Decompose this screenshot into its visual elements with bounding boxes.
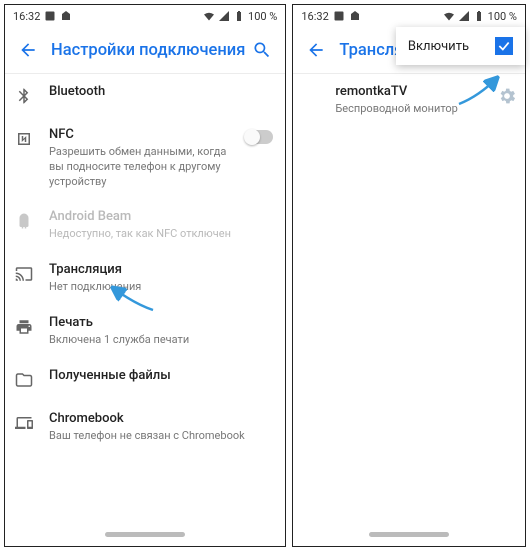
arrow-left-icon — [306, 40, 326, 60]
row-title: Печать — [49, 315, 273, 332]
nfc-icon — [15, 130, 33, 148]
row-title: Полученные файлы — [49, 368, 273, 385]
battery-icon — [233, 10, 245, 22]
folder-icon — [15, 371, 33, 389]
row-title: Android Beam — [49, 209, 273, 226]
device-row[interactable]: remontkaTV Беспроводной монитор — [293, 74, 525, 127]
row-title: Bluetooth — [49, 84, 273, 101]
battery-text: 100 % — [488, 10, 517, 23]
row-title: Трансляция — [49, 262, 273, 279]
row-nfc[interactable]: NFC Разрешить обмен данными, когда вы по… — [5, 117, 285, 199]
nav-bar[interactable] — [5, 522, 285, 546]
row-sub: Включена 1 служба печати — [49, 333, 273, 348]
back-button[interactable] — [299, 33, 333, 67]
notif-icon-2 — [349, 10, 361, 22]
search-icon — [252, 40, 272, 60]
device-settings-button[interactable] — [497, 86, 517, 106]
nav-bar[interactable] — [293, 522, 525, 546]
popup-label: Включить — [408, 39, 469, 54]
enable-checkbox[interactable] — [495, 37, 513, 55]
notif-icon-2 — [60, 10, 72, 22]
row-sub: Ваш телефон не связан с Chromebook — [49, 429, 273, 444]
status-time: 16:32 — [13, 10, 40, 23]
nav-pill — [369, 532, 449, 537]
row-sub: Нет подключения — [49, 280, 273, 295]
android-icon — [15, 212, 33, 230]
wifi-icon — [203, 10, 215, 22]
devices-icon — [15, 414, 33, 432]
check-icon — [497, 39, 511, 53]
row-title: NFC — [49, 127, 231, 144]
device-list: remontkaTV Беспроводной монитор — [293, 74, 525, 522]
enable-popup: Включить — [396, 27, 525, 65]
status-time: 16:32 — [301, 10, 328, 23]
status-bar: 16:32 100 % — [5, 5, 285, 27]
gear-icon — [497, 86, 517, 106]
app-bar: Трансляция Включить — [293, 27, 525, 73]
row-received-files[interactable]: Полученные файлы — [5, 358, 285, 401]
notif-icon-1 — [44, 10, 56, 22]
status-bar: 16:32 100 % — [293, 5, 525, 27]
battery-icon — [473, 10, 485, 22]
settings-list: Bluetooth NFC Разрешить обмен данными, к… — [5, 74, 285, 522]
row-print[interactable]: Печать Включена 1 служба печати — [5, 305, 285, 358]
app-bar: Настройки подключения — [5, 27, 285, 73]
row-cast[interactable]: Трансляция Нет подключения — [5, 252, 285, 305]
nfc-toggle[interactable] — [245, 130, 273, 144]
row-chromebook[interactable]: Chromebook Ваш телефон не связан с Chrom… — [5, 401, 285, 454]
print-icon — [15, 318, 33, 336]
row-bluetooth[interactable]: Bluetooth — [5, 74, 285, 117]
cast-icon — [15, 265, 33, 283]
wifi-icon — [443, 10, 455, 22]
signal-icon — [218, 10, 230, 22]
search-button[interactable] — [245, 33, 279, 67]
back-button[interactable] — [11, 33, 45, 67]
device-sub: Беспроводной монитор — [335, 102, 513, 117]
row-sub: Разрешить обмен данными, когда вы поднос… — [49, 145, 231, 190]
device-name: remontkaTV — [335, 84, 513, 101]
phone-left: 16:32 100 % Настройки подключения Blueto… — [4, 4, 286, 547]
page-title: Настройки подключения — [45, 41, 245, 60]
arrow-left-icon — [18, 40, 38, 60]
signal-icon — [458, 10, 470, 22]
nav-pill — [105, 532, 185, 537]
notif-icon-1 — [333, 10, 345, 22]
row-title: Chromebook — [49, 411, 273, 428]
phone-right: 16:32 100 % Трансляция Включить remontka… — [292, 4, 526, 547]
battery-text: 100 % — [248, 10, 277, 23]
row-android-beam: Android Beam Недоступно, так как NFC отк… — [5, 199, 285, 252]
row-sub: Недоступно, так как NFC отключен — [49, 227, 273, 242]
bluetooth-icon — [15, 87, 33, 105]
